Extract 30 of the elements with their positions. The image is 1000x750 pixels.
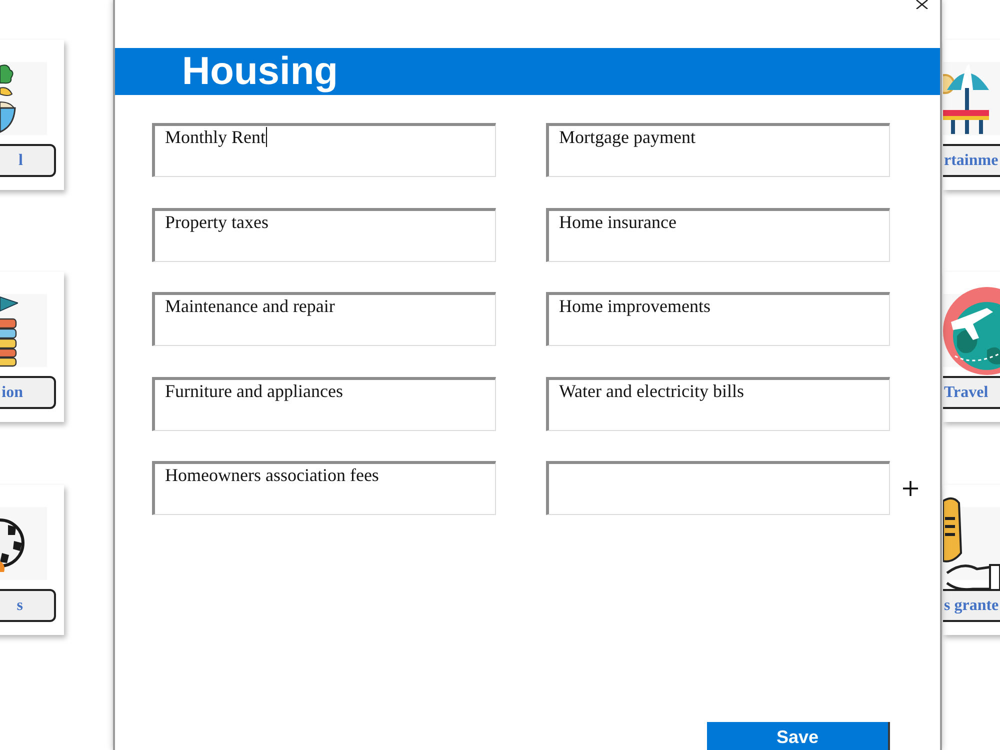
text-field[interactable]: Mortgage payment — [546, 123, 890, 177]
close-icon — [916, 0, 928, 9]
text-field[interactable]: Furniture and appliances — [152, 376, 496, 430]
category-card[interactable]: l — [0, 40, 64, 190]
text-field[interactable]: Monthly Rent — [152, 123, 496, 177]
text-field[interactable]: Homeowners association fees — [152, 461, 496, 515]
books-icon — [0, 294, 18, 366]
salad-bowl-icon — [0, 64, 16, 134]
text-field[interactable] — [546, 461, 890, 515]
text-field[interactable]: Home improvements — [546, 292, 890, 346]
category-button[interactable]: ion — [0, 376, 56, 409]
category-card[interactable]: ion — [0, 272, 64, 422]
category-button[interactable]: s — [0, 589, 56, 622]
category-card[interactable]: s — [0, 485, 64, 635]
text-field[interactable]: Maintenance and repair — [152, 292, 496, 346]
dialog-title: Housing — [182, 52, 338, 91]
text-field[interactable]: Home insurance — [546, 208, 890, 262]
category-button[interactable]: rtainme — [943, 144, 1000, 177]
category-card[interactable]: s grante — [943, 485, 1000, 635]
category-card[interactable]: Travel — [943, 272, 1000, 422]
category-button[interactable]: Travel — [943, 376, 1000, 409]
add-button[interactable] — [903, 480, 918, 496]
plus-icon — [903, 480, 918, 496]
text-field[interactable]: Water and electricity bills — [546, 376, 890, 430]
close-button[interactable] — [916, 0, 928, 9]
category-card[interactable]: rtainme — [943, 40, 1000, 190]
text-field[interactable]: Property taxes — [152, 208, 496, 262]
category-button[interactable]: s grante — [943, 589, 1000, 622]
save-button[interactable]: Save — [707, 722, 890, 750]
category-button[interactable]: l — [0, 144, 56, 177]
